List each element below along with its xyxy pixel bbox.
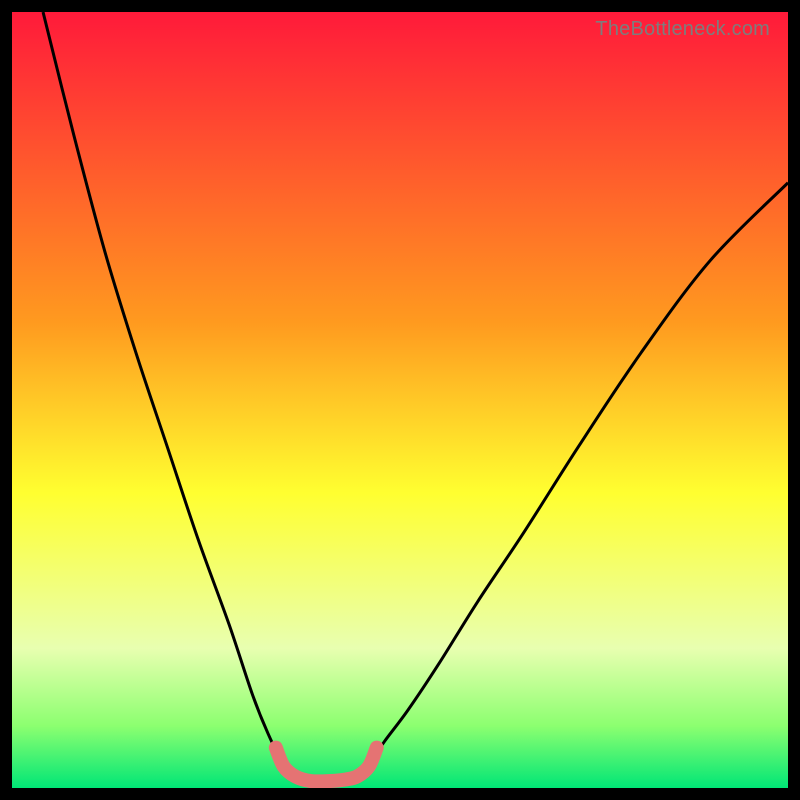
chart-svg [12,12,788,788]
gradient-background [12,12,788,788]
watermark-text: TheBottleneck.com [595,18,770,41]
chart-frame: TheBottleneck.com [12,12,788,788]
